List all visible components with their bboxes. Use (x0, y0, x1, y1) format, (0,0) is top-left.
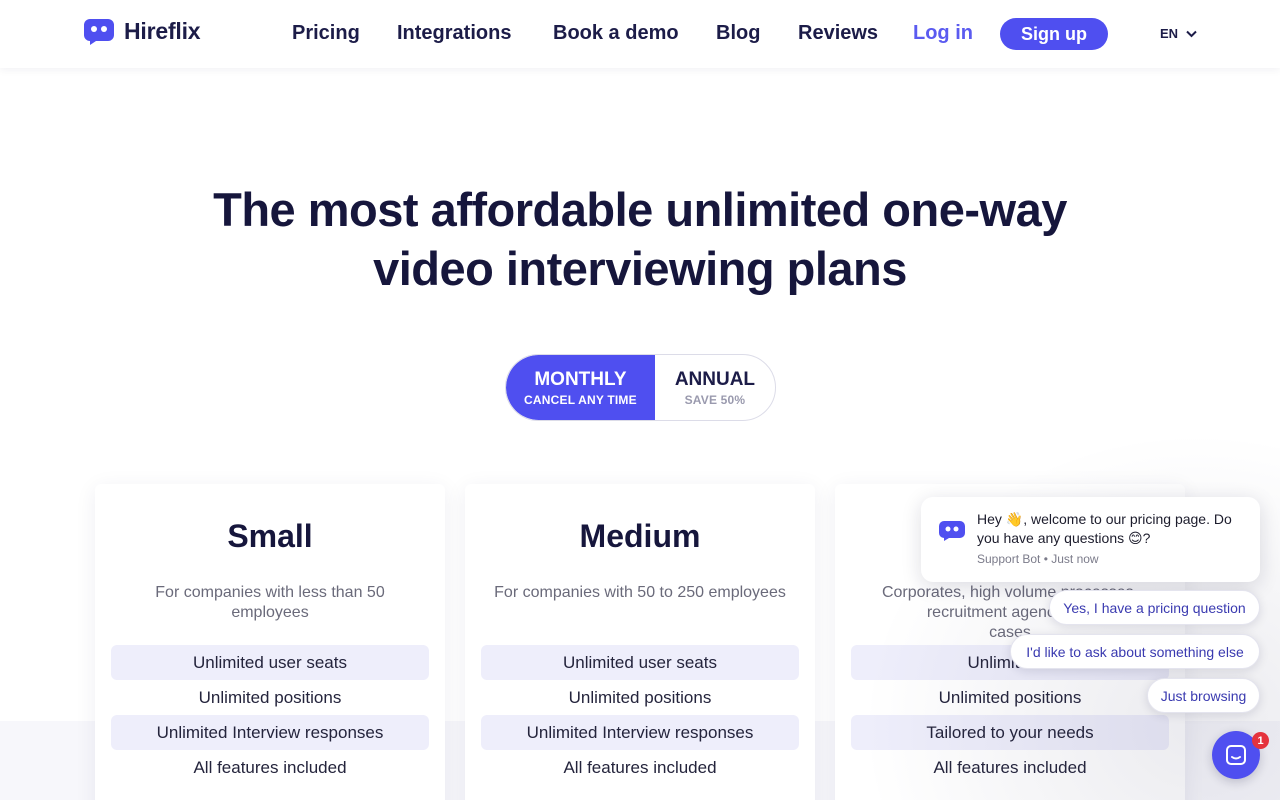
billing-period-toggle: MONTHLY CANCEL ANY TIME ANNUAL SAVE 50% (505, 354, 776, 421)
plan-name: Medium (579, 518, 701, 554)
language-code: EN (1160, 26, 1179, 41)
bot-avatar-icon (939, 521, 965, 541)
plan-feature: Unlimited Interview responses (111, 715, 429, 750)
toggle-monthly-label: MONTHLY (534, 368, 627, 390)
logo-icon (84, 18, 114, 45)
chevron-down-icon (1186, 30, 1197, 37)
plan-feature: Unlimited user seats (481, 645, 799, 680)
toggle-annual[interactable]: ANNUAL SAVE 50% (655, 355, 775, 420)
plan-card-small: Small For companies with less than 50 em… (95, 484, 445, 800)
plan-feature: All features included (933, 757, 1087, 777)
top-navigation: Hireflix Pricing Integrations Book a dem… (0, 0, 1280, 68)
chat-icon (1226, 745, 1246, 765)
page-title-line-2: video interviewing plans (373, 242, 907, 295)
chat-message-text: Hey 👋, welcome to our pricing page. Do y… (977, 511, 1232, 546)
plan-feature: Unlimited positions (938, 687, 1082, 707)
chat-message-meta: Support Bot • Just now (977, 552, 1099, 566)
signup-button[interactable]: Sign up (1000, 18, 1108, 50)
toggle-monthly-sub: CANCEL ANY TIME (524, 392, 637, 407)
chat-option-something-else[interactable]: I'd like to ask about something else (1010, 634, 1260, 669)
plan-description: For companies with less than 50 employee… (155, 584, 385, 621)
toggle-annual-sub: SAVE 50% (684, 392, 746, 407)
plan-name: Small (227, 518, 313, 554)
plan-feature: Unlimited Interview responses (481, 715, 799, 750)
plan-feature: Unlimited positions (568, 687, 712, 707)
brand-logo[interactable]: Hireflix (84, 18, 201, 45)
plan-feature: Unlimited user seats (111, 645, 429, 680)
toggle-annual-label: ANNUAL (674, 368, 756, 390)
nav-link-blog[interactable]: Blog (716, 22, 760, 45)
chat-message-bubble[interactable]: Hey 👋, welcome to our pricing page. Do y… (921, 497, 1260, 582)
plan-description: For companies with 50 to 250 employees (494, 584, 786, 601)
nav-link-integrations[interactable]: Integrations (397, 22, 511, 45)
nav-link-reviews[interactable]: Reviews (798, 22, 878, 45)
plan-feature: All features included (563, 757, 717, 777)
login-link[interactable]: Log in (913, 22, 973, 45)
language-selector[interactable]: EN (1160, 26, 1197, 41)
plan-feature: Tailored to your needs (851, 715, 1169, 750)
nav-link-pricing[interactable]: Pricing (292, 22, 360, 45)
plan-card-medium: Medium For companies with 50 to 250 empl… (465, 484, 815, 800)
plan-feature: Unlimited positions (198, 687, 342, 707)
toggle-monthly[interactable]: MONTHLY CANCEL ANY TIME (506, 355, 655, 420)
nav-link-book-demo[interactable]: Book a demo (553, 22, 679, 45)
page-title-line-1: The most affordable unlimited one-way (213, 183, 1067, 236)
plan-feature: All features included (193, 757, 347, 777)
unread-badge: 1 (1252, 732, 1269, 749)
chat-option-just-browsing[interactable]: Just browsing (1147, 678, 1260, 713)
brand-name: Hireflix (124, 18, 201, 44)
page-title: The most affordable unlimited one-way vi… (140, 180, 1140, 298)
chat-option-pricing-question[interactable]: Yes, I have a pricing question (1049, 590, 1260, 625)
